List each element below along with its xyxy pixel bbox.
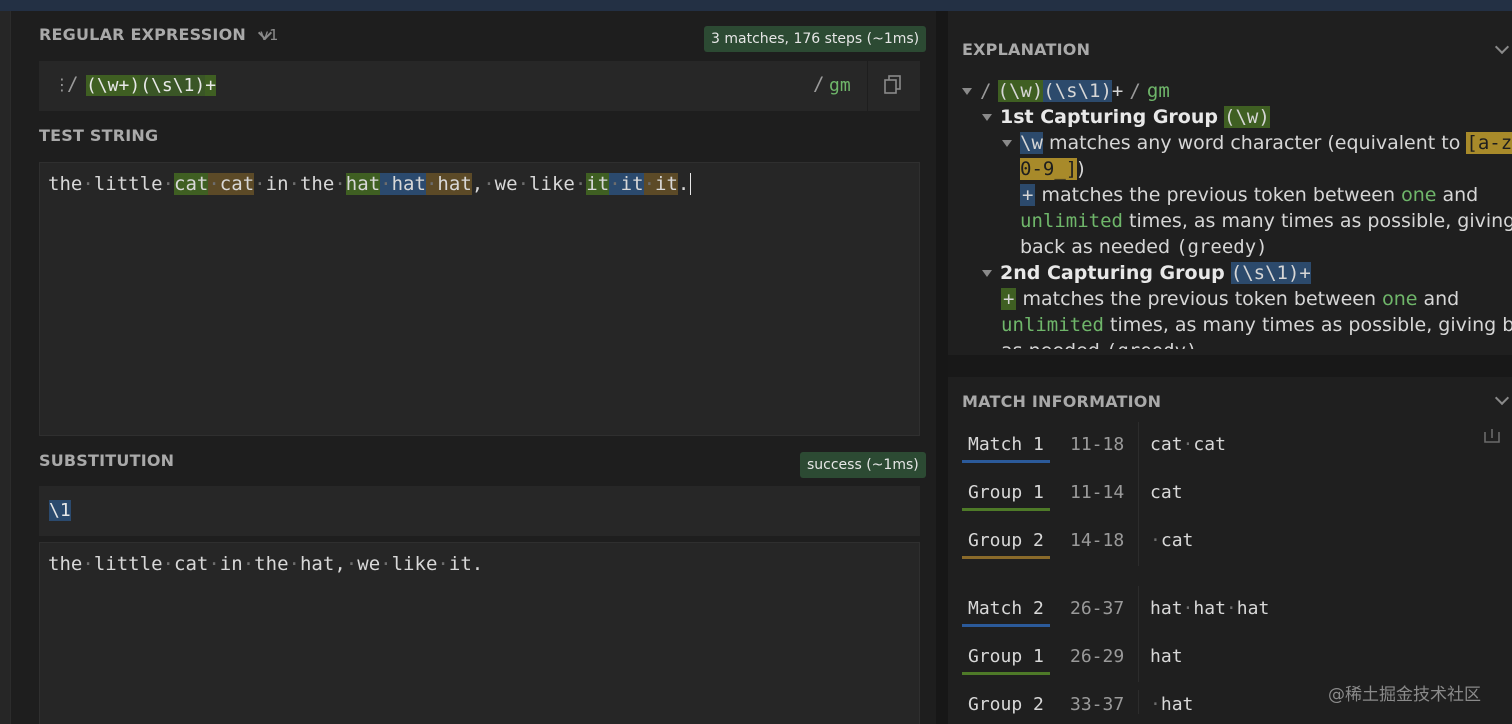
substitution-result: the·little·cat·in·the·hat,·we·like·it. xyxy=(39,542,920,724)
explanation-root[interactable]: / (\w)(\s\1)+ / gm xyxy=(962,78,1170,104)
regex-quantifier: + xyxy=(205,75,217,96)
substitution-status-badge: success (~1ms) xyxy=(800,452,926,478)
explanation-group1[interactable]: 1st Capturing Group (\w) xyxy=(982,104,1270,130)
separator xyxy=(1138,690,1139,714)
regex-group-1: (\w+) xyxy=(86,75,141,96)
match-info-row[interactable]: Match 1 11-18 cat·cat xyxy=(962,422,1507,470)
regex-expression[interactable]: (\w+)(\s\1)+ xyxy=(86,75,217,96)
match-label: Match 1 xyxy=(968,434,1044,455)
match-color-bar xyxy=(962,508,1050,511)
explanation-plus-1: + matches the previous token between one… xyxy=(1020,184,1479,206)
match-info-row[interactable]: Group 1 11-14 cat xyxy=(962,470,1507,518)
match-color-bar xyxy=(962,624,1050,627)
match-value: cat xyxy=(1150,482,1183,503)
test-string-title: TEST STRING xyxy=(39,126,159,145)
text-caret xyxy=(690,173,703,195)
match-value: ·cat xyxy=(1150,530,1194,551)
match-value: cat·cat xyxy=(1150,434,1226,455)
separator xyxy=(1138,422,1139,470)
substitution-expression[interactable]: \1 xyxy=(49,500,71,521)
explanation-plus-3: back as needed (greedy) xyxy=(1020,236,1268,258)
match-range: 33-37 xyxy=(1070,694,1125,714)
regex-section-title: REGULAR EXPRESSION v1 xyxy=(39,25,279,44)
separator xyxy=(1138,634,1139,682)
explanation-w-class-cont: 0-9_]) xyxy=(1020,158,1085,180)
panel-divider[interactable] xyxy=(936,11,948,724)
match-label: Group 1 xyxy=(968,646,1044,667)
match-range: 14-18 xyxy=(1070,530,1125,551)
match-range: 11-14 xyxy=(1070,482,1125,503)
expand-triangle-icon[interactable] xyxy=(982,114,992,121)
left-sidebar-strip xyxy=(0,11,11,724)
match-info-row[interactable]: Group 1 26-29 hat xyxy=(962,634,1507,682)
separator xyxy=(1138,518,1139,566)
match-info-title: MATCH INFORMATION xyxy=(962,392,1162,411)
match-color-bar xyxy=(962,556,1050,559)
substitution-title: SUBSTITUTION xyxy=(39,451,175,470)
test-string-text[interactable]: the·little·cat·cat·in·the·hat·hat·hat,·w… xyxy=(48,173,703,195)
right-panel-gap xyxy=(948,355,1512,377)
regex-delimiter-open: / xyxy=(67,73,79,95)
separator xyxy=(1138,470,1139,518)
match-info-row[interactable]: Group 2 14-18 ·cat xyxy=(962,518,1507,566)
match-label: Group 1 xyxy=(968,482,1044,503)
separator xyxy=(867,61,868,111)
match-status-badge: 3 matches, 176 steps (~1ms) xyxy=(704,26,927,52)
match-value: hat·hat·hat xyxy=(1150,598,1270,619)
regex-delimiter-close: / xyxy=(813,73,825,95)
match-label: Group 2 xyxy=(968,530,1044,551)
copy-icon[interactable] xyxy=(884,75,902,95)
match-label: Group 2 xyxy=(968,694,1044,714)
regex-input[interactable]: ⋮ / (\w+)(\s\1)+ / gm xyxy=(39,61,920,111)
test-string-input[interactable]: the·little·cat·cat·in·the·hat·hat·hat,·w… xyxy=(39,162,920,436)
match-label: Match 2 xyxy=(968,598,1044,619)
match-value: ·hat xyxy=(1150,694,1194,714)
expand-triangle-icon[interactable] xyxy=(1002,140,1012,147)
match-color-bar xyxy=(962,460,1050,463)
match-value: hat xyxy=(1150,646,1183,667)
separator xyxy=(1138,586,1139,634)
match-range: 11-18 xyxy=(1070,434,1125,455)
expand-triangle-icon[interactable] xyxy=(962,88,972,95)
explanation-group2[interactable]: 2nd Capturing Group (\s\1)+ xyxy=(982,260,1311,286)
match-range: 26-29 xyxy=(1070,646,1125,667)
regex-flags[interactable]: gm xyxy=(829,75,851,96)
substitution-result-text: the·little·cat·in·the·hat,·we·like·it. xyxy=(48,553,484,575)
top-bar xyxy=(0,0,1512,11)
explanation-g2-plus-3: as needed (greedy) xyxy=(1001,338,1197,349)
regex-group-2: (\s\1) xyxy=(140,75,206,96)
substitution-input[interactable]: \1 xyxy=(39,486,920,536)
explanation-g2-plus-2: unlimited times, as many times as possib… xyxy=(1001,314,1512,336)
match-range: 26-37 xyxy=(1070,598,1125,619)
explanation-w-token[interactable]: \w matches any word character (equivalen… xyxy=(1002,130,1512,156)
explanation-g2-plus-1: + matches the previous token between one… xyxy=(1001,288,1460,310)
match-color-bar xyxy=(962,672,1050,675)
explanation-plus-2: unlimited times, as many times as possib… xyxy=(1020,210,1512,232)
watermark: @稀土掘金技术社区 xyxy=(1328,685,1481,705)
expand-triangle-icon[interactable] xyxy=(982,270,992,277)
explanation-title: EXPLANATION xyxy=(962,40,1091,59)
match-info-row[interactable]: Match 2 26-37 hat·hat·hat xyxy=(962,586,1507,634)
